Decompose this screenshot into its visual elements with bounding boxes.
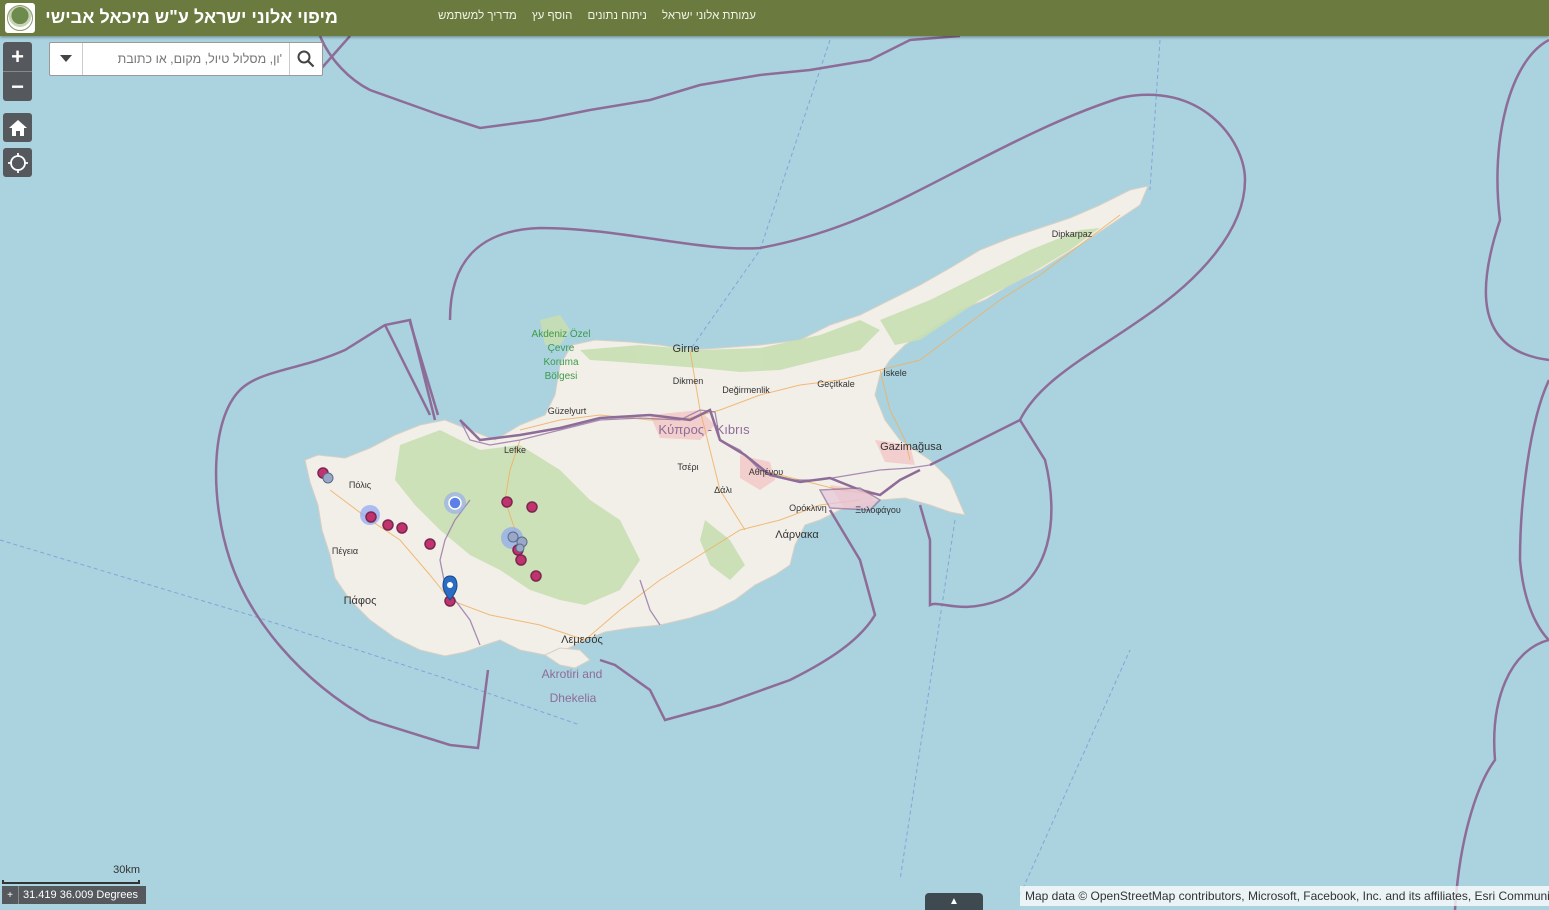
crosshair-icon[interactable]: + xyxy=(2,886,19,904)
chevron-up-icon: ▲ xyxy=(949,896,959,907)
search-input[interactable] xyxy=(84,43,286,75)
locate-icon xyxy=(7,152,28,173)
label-dhekelia: Dhekelia xyxy=(550,691,597,705)
chevron-down-icon xyxy=(60,55,72,62)
home-icon xyxy=(8,119,27,136)
panel-toggle-button[interactable]: ▲ xyxy=(925,893,983,910)
label-iskele: İskele xyxy=(883,368,907,378)
zoom-controls: + − xyxy=(3,42,32,101)
label-tseri: Τσέρι xyxy=(677,462,698,472)
label-gazimagusa: Gazimağusa xyxy=(880,441,943,453)
oak-marker[interactable] xyxy=(526,501,538,513)
scale-label: 30km xyxy=(113,864,140,876)
svg-text:Çevre: Çevre xyxy=(548,343,575,354)
oak-marker[interactable] xyxy=(365,511,377,523)
label-oroklini: Ορόκλινη xyxy=(789,503,827,513)
oak-tree-logo-icon xyxy=(7,5,33,31)
nav-link-association[interactable]: עמותת אלוני ישראל xyxy=(662,10,756,22)
label-lemesos: Λεμεσός xyxy=(561,634,603,646)
label-athienou: Αθηένου xyxy=(749,467,784,477)
label-degirmenlik: Değirmenlik xyxy=(722,385,770,395)
svg-text:Bölgesi: Bölgesi xyxy=(545,371,578,382)
app-logo[interactable] xyxy=(5,3,35,33)
nav-link-add-tree[interactable]: הוסף עץ xyxy=(532,10,573,22)
label-pafos: Πάφος xyxy=(344,595,377,607)
search-source-dropdown[interactable] xyxy=(50,43,83,75)
oak-marker[interactable] xyxy=(424,538,436,550)
label-dikmen: Dikmen xyxy=(673,376,704,386)
coordinate-widget[interactable]: + 31.419 36.009 Degrees xyxy=(2,886,146,904)
label-gecitkale: Geçitkale xyxy=(817,379,855,389)
map-canvas[interactable]: Girne Dikmen Değirmenlik Geçitkale İskel… xyxy=(0,36,1549,910)
label-akrotiri: Akrotiri and xyxy=(542,667,603,681)
oak-marker[interactable] xyxy=(382,519,394,531)
home-button[interactable] xyxy=(3,113,32,142)
app-title: מיפוי אלוני ישראל ע"ש מיכאל אבישי xyxy=(45,7,338,27)
coordinate-readout: 31.419 36.009 Degrees xyxy=(23,889,138,901)
label-dipkarpaz: Dipkarpaz xyxy=(1052,229,1093,239)
label-cyprus-country: Κύπρος - Kıbrıs xyxy=(658,422,750,437)
header-nav: עמותת אלוני ישראל ניתוח נתונים הוסף עץ מ… xyxy=(438,10,756,22)
search-widget xyxy=(49,42,323,76)
app-header: מיפוי אלוני ישראל ע"ש מיכאל אבישי עמותת … xyxy=(0,0,1549,36)
cluster-marker[interactable] xyxy=(444,492,466,514)
oak-marker-grey[interactable] xyxy=(515,543,525,553)
label-guzelyurt: Güzelyurt xyxy=(548,406,587,416)
oak-marker[interactable] xyxy=(530,570,542,582)
search-icon xyxy=(297,50,315,68)
nav-link-data-analysis[interactable]: ניתוח נתונים xyxy=(588,10,647,22)
locate-button[interactable] xyxy=(3,148,32,177)
zoom-out-button[interactable]: − xyxy=(3,72,32,101)
nav-link-user-guide[interactable]: מדריך למשתמש xyxy=(438,10,517,22)
scale-bar: 30km xyxy=(2,864,140,884)
map-attribution: Map data © OpenStreetMap contributors, M… xyxy=(1020,886,1549,906)
oak-marker-grey[interactable] xyxy=(507,531,519,543)
scale-line xyxy=(2,880,140,884)
search-button[interactable] xyxy=(289,43,322,75)
label-girne: Girne xyxy=(673,343,700,355)
oak-marker-grey[interactable] xyxy=(322,472,334,484)
label-dali: Δάλι xyxy=(714,485,732,495)
label-peyia: Πέγεια xyxy=(332,546,358,556)
label-lefke: Lefke xyxy=(504,445,526,455)
svg-text:Koruma: Koruma xyxy=(543,357,578,368)
oak-marker[interactable] xyxy=(515,554,527,566)
label-polis: Πόλις xyxy=(349,480,372,490)
label-larnaka: Λάρνακα xyxy=(775,529,819,541)
zoom-in-button[interactable]: + xyxy=(3,42,32,71)
label-xylofagou: Ξυλοφάγου xyxy=(855,505,901,515)
oak-marker[interactable] xyxy=(396,522,408,534)
oak-marker[interactable] xyxy=(501,496,513,508)
svg-text:Akdeniz Özel: Akdeniz Özel xyxy=(532,328,591,340)
